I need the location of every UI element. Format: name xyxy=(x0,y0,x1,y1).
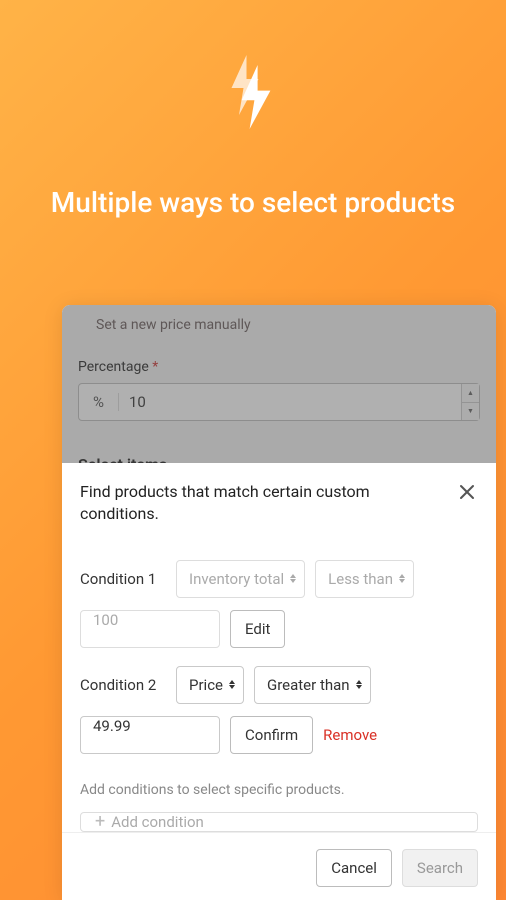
plus-icon: + xyxy=(95,813,105,831)
conditions-modal: Find products that match certain custom … xyxy=(62,463,496,900)
sort-icon xyxy=(356,680,362,689)
condition-1-label: Condition 1 xyxy=(80,570,166,588)
condition-1-edit-button[interactable]: Edit xyxy=(230,610,285,648)
background-form: Set a new price manually Percentage * % … xyxy=(62,305,496,463)
condition-1-operator-select[interactable]: Less than xyxy=(315,560,414,598)
lightning-icon xyxy=(218,60,288,150)
close-icon xyxy=(458,483,476,501)
condition-2-confirm-button[interactable]: Confirm xyxy=(230,716,313,754)
condition-1-field-select[interactable]: Inventory total xyxy=(176,560,305,598)
condition-2-label: Condition 2 xyxy=(80,676,166,694)
condition-2-field-select[interactable]: Price xyxy=(176,666,244,704)
manual-price-label: Set a new price manually xyxy=(78,317,480,333)
sort-icon xyxy=(399,574,405,583)
stepper-up-icon[interactable]: ▲ xyxy=(462,384,479,403)
search-button[interactable]: Search xyxy=(402,849,478,887)
condition-2-remove-link[interactable]: Remove xyxy=(323,726,377,744)
percent-prefix: % xyxy=(79,393,119,411)
percentage-input[interactable]: % 10 ▲ ▼ xyxy=(78,383,480,421)
modal-title: Find products that match certain custom … xyxy=(80,481,456,526)
percentage-value: 10 xyxy=(119,393,146,411)
stepper-down-icon[interactable]: ▼ xyxy=(462,403,479,421)
cancel-button[interactable]: Cancel xyxy=(316,849,392,887)
helper-text: Add conditions to select specific produc… xyxy=(62,782,496,798)
close-button[interactable] xyxy=(456,481,478,503)
add-condition-button[interactable]: + Add condition xyxy=(80,812,478,832)
sort-icon xyxy=(290,574,296,583)
condition-1-value-input[interactable]: 100 xyxy=(80,610,220,648)
condition-2-value-input[interactable]: 49.99 xyxy=(80,716,220,754)
percentage-label: Percentage * xyxy=(78,359,480,375)
page-title: Multiple ways to select products xyxy=(0,184,506,222)
condition-2-operator-select[interactable]: Greater than xyxy=(254,666,371,704)
sort-icon xyxy=(229,680,235,689)
